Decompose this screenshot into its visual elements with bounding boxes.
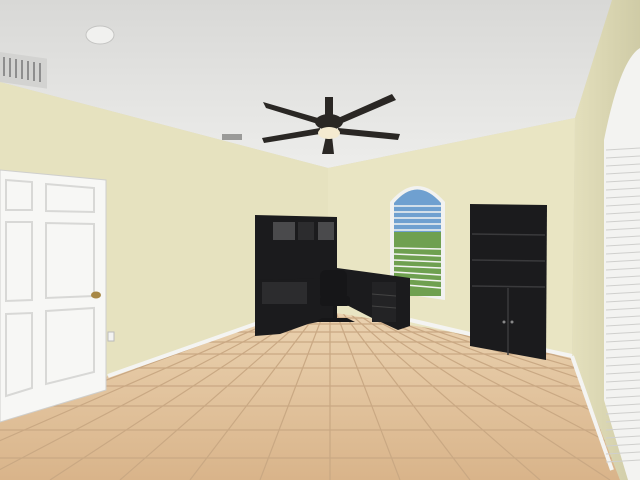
door-knob[interactable] [91, 291, 101, 299]
wall-outlet [107, 331, 115, 342]
smoke-detector [85, 25, 115, 45]
room-scene [0, 0, 640, 480]
small-vent [222, 134, 242, 140]
door[interactable] [0, 169, 107, 423]
bookcase [470, 204, 547, 360]
